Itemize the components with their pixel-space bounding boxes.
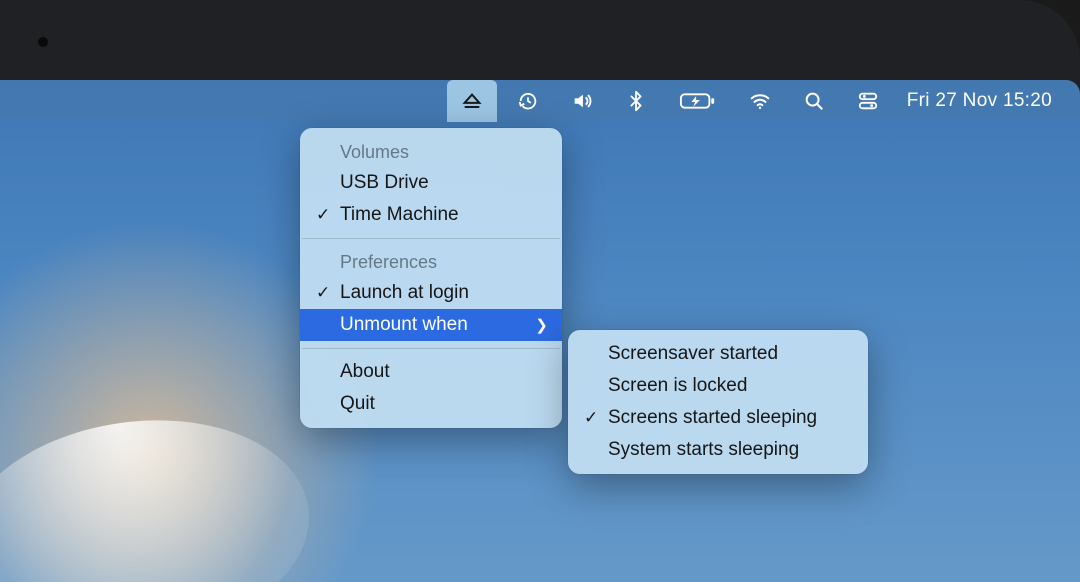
submenu-item-screensaver-started[interactable]: Screensaver started [568, 338, 868, 370]
check-icon: ✓ [316, 205, 330, 225]
eject-dropdown-menu: Volumes USB Drive ✓ Time Machine Prefere… [300, 128, 562, 428]
unmount-when-submenu: Screensaver started Screen is locked ✓ S… [568, 330, 868, 474]
control-center-icon [857, 90, 879, 112]
camera-dot [38, 37, 48, 47]
battery-charging-icon [679, 90, 717, 112]
device-frame: Fri 27 Nov 15:20 Volumes USB Drive ✓ Tim… [0, 0, 1080, 582]
dropdown-section-preferences: Preferences [300, 246, 562, 277]
dropdown-item-unmount-when[interactable]: Unmount when ❯ [300, 309, 562, 341]
chevron-right-icon: ❯ [535, 316, 548, 334]
dropdown-item-label: Quit [340, 393, 375, 415]
bluetooth-icon [625, 90, 647, 112]
submenu-item-label: Screen is locked [608, 375, 747, 397]
dropdown-item-quit[interactable]: Quit [300, 388, 562, 420]
spotlight-menubar-item[interactable] [791, 80, 837, 122]
wifi-menubar-item[interactable] [737, 80, 783, 122]
submenu-item-screen-is-locked[interactable]: Screen is locked [568, 370, 868, 402]
timemachine-icon [517, 90, 539, 112]
menu-separator [302, 348, 560, 349]
desktop-screen: Fri 27 Nov 15:20 Volumes USB Drive ✓ Tim… [0, 80, 1080, 582]
menubar-clock[interactable]: Fri 27 Nov 15:20 [899, 90, 1052, 112]
search-icon [803, 90, 825, 112]
volume-icon [571, 90, 593, 112]
dropdown-item-label: USB Drive [340, 172, 429, 194]
dropdown-item-launch-at-login[interactable]: ✓ Launch at login [300, 277, 562, 309]
eject-icon [461, 90, 483, 112]
dropdown-item-label: About [340, 361, 390, 383]
menu-bar: Fri 27 Nov 15:20 [0, 80, 1080, 122]
battery-menubar-item[interactable] [667, 80, 729, 122]
submenu-item-system-starts-sleeping[interactable]: System starts sleeping [568, 434, 868, 466]
dropdown-item-label: Unmount when [340, 314, 468, 336]
menu-separator [302, 238, 560, 239]
submenu-item-label: System starts sleeping [608, 439, 799, 461]
volume-menubar-item[interactable] [559, 80, 605, 122]
wifi-icon [749, 90, 771, 112]
check-icon: ✓ [584, 408, 598, 428]
dropdown-item-time-machine[interactable]: ✓ Time Machine [300, 199, 562, 231]
submenu-item-label: Screens started sleeping [608, 407, 817, 429]
check-icon: ✓ [316, 283, 330, 303]
submenu-item-screens-started-sleeping[interactable]: ✓ Screens started sleeping [568, 402, 868, 434]
control-center-menubar-item[interactable] [845, 80, 891, 122]
timemachine-menubar-item[interactable] [505, 80, 551, 122]
bluetooth-menubar-item[interactable] [613, 80, 659, 122]
eject-menubar-item[interactable] [447, 80, 497, 122]
dropdown-item-about[interactable]: About [300, 356, 562, 388]
submenu-item-label: Screensaver started [608, 343, 778, 365]
dropdown-item-label: Time Machine [340, 204, 459, 226]
dropdown-section-volumes: Volumes [300, 136, 562, 167]
dropdown-item-label: Launch at login [340, 282, 469, 304]
dropdown-item-usb-drive[interactable]: USB Drive [300, 167, 562, 199]
